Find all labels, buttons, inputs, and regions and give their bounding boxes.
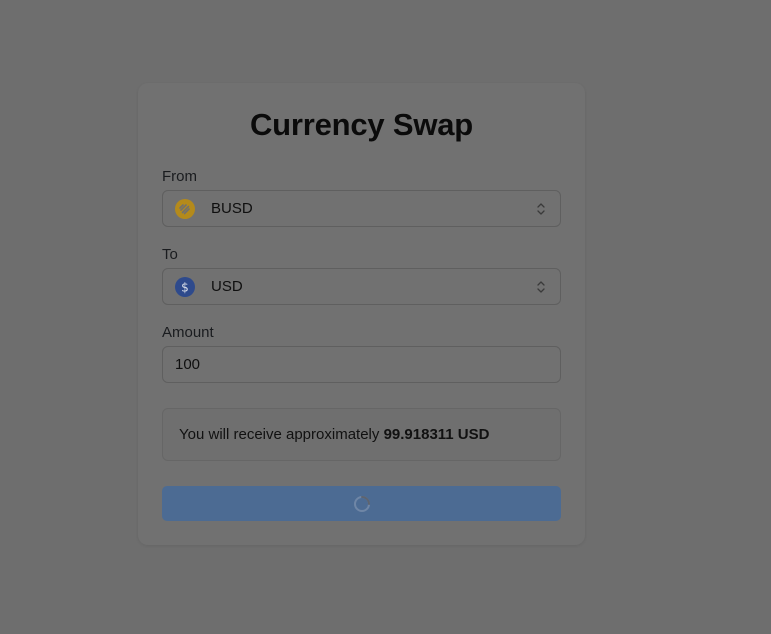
result-value: 99.918311 USD: [383, 426, 490, 443]
from-label: From: [162, 168, 197, 185]
svg-text:$: $: [181, 281, 189, 295]
loading-spinner-icon: [353, 495, 371, 513]
conversion-result: You will receive approximately 99.918311…: [162, 408, 561, 461]
swap-button[interactable]: [162, 486, 561, 521]
to-currency-value: USD: [211, 278, 243, 295]
page-title: Currency Swap: [249, 107, 474, 142]
to-currency-select[interactable]: $ USD: [162, 268, 561, 305]
amount-input[interactable]: 100: [162, 346, 561, 383]
chevron-up-down-icon: [536, 280, 546, 294]
from-currency-select[interactable]: BUSD: [162, 190, 561, 227]
from-currency-value: BUSD: [211, 200, 253, 217]
amount-value: 100: [175, 356, 201, 373]
busd-coin-icon: [175, 199, 195, 219]
amount-label: Amount: [162, 324, 214, 341]
to-label: To: [162, 246, 178, 263]
result-prefix: You will receive approximately: [179, 426, 380, 443]
chevron-up-down-icon: [536, 202, 546, 216]
swap-card: Currency Swap From BUSD To $ USD Amount …: [138, 83, 585, 545]
usd-dollar-icon: $: [175, 277, 195, 297]
